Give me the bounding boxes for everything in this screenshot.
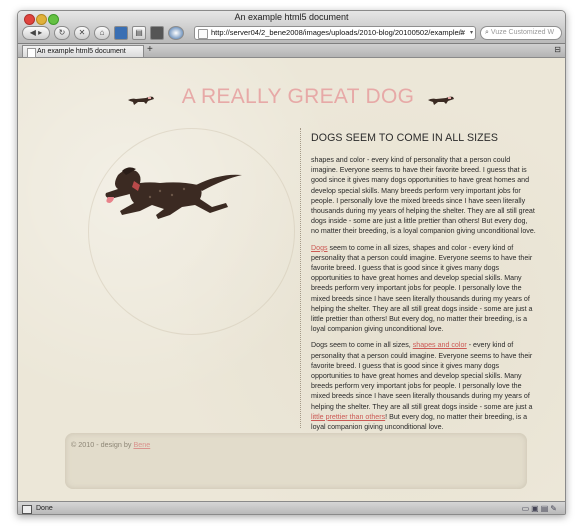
tab-label: An example html5 document <box>37 48 126 55</box>
bookmark-star-icon[interactable]: ☆ <box>458 27 465 39</box>
status-addon-icons[interactable]: ▭▣▤✎ <box>522 502 559 514</box>
print-button[interactable]: ▤ <box>132 26 146 40</box>
back-button[interactable]: ◀ ▸ <box>22 26 50 40</box>
tab-list-icon[interactable]: ⊟ <box>554 45 561 54</box>
paragraph-1: shapes and color - every kind of persona… <box>311 156 536 236</box>
paragraph-3-mid: - every kind of personality that a perso… <box>311 341 533 411</box>
dogs-link[interactable]: Dogs <box>311 244 328 252</box>
reload-button[interactable]: ↻ <box>54 26 70 40</box>
small-dog-left-icon <box>128 96 154 105</box>
page-favicon-icon <box>27 48 36 58</box>
paragraph-3-start: Dogs seem to come in all sizes, <box>311 341 413 350</box>
addon-button[interactable] <box>168 26 184 40</box>
new-tab-button[interactable]: + <box>147 44 153 56</box>
bookmark-toolbar-button[interactable] <box>114 26 128 40</box>
search-placeholder: Vuze Customized W <box>490 29 555 36</box>
address-bar[interactable]: http://server04/2_bene2008/images/upload… <box>194 26 476 40</box>
browser-window: An example html5 document ◀ ▸ ↻ ✕ ⌂ ▤ ht… <box>17 10 566 515</box>
footer-credit: © 2010 - design by Bene <box>71 440 150 449</box>
paragraph-3: Dogs seem to come in all sizes, shapes a… <box>311 340 537 432</box>
status-page-icon <box>22 505 32 514</box>
browser-toolbar: An example html5 document ◀ ▸ ↻ ✕ ⌂ ▤ ht… <box>18 11 565 44</box>
running-dog-illustration <box>105 167 242 219</box>
column-divider <box>300 128 301 428</box>
page-viewport: A REALLY GREAT DOG DOGS SEEM TO COME IN … <box>18 58 565 501</box>
window-title: An example html5 document <box>234 12 349 22</box>
status-bar: Done ▭▣▤✎ <box>18 501 565 514</box>
status-text: Done <box>36 505 53 512</box>
decorative-circle <box>88 128 295 335</box>
reload-icon: ↻ <box>58 28 66 37</box>
paragraph-2-text: seem to come in all sizes, shapes and co… <box>311 243 533 334</box>
home-button[interactable]: ⌂ <box>94 26 110 40</box>
back-arrow-icon: ◀ ▸ <box>29 28 43 37</box>
tab-active[interactable]: An example html5 document <box>22 45 144 58</box>
search-input[interactable]: ⌕ Vuze Customized W <box>480 26 562 40</box>
stop-button[interactable]: ✕ <box>74 26 90 40</box>
shapes-and-color-link[interactable]: shapes and color <box>413 341 467 349</box>
footer-prefix: © 2010 - design by <box>71 440 134 449</box>
small-dog-right-icon <box>428 96 454 105</box>
search-icon: ⌕ <box>485 29 489 36</box>
article-heading: DOGS SEEM TO COME IN ALL SIZES <box>311 132 499 144</box>
screen-button[interactable] <box>150 26 164 40</box>
tab-bar: An example html5 document + ⊟ <box>18 44 565 58</box>
address-bar-url: http://server04/2_bene2008/images/upload… <box>211 28 465 37</box>
dropdown-icon[interactable]: ▾ <box>470 27 473 39</box>
stop-icon: ✕ <box>78 28 86 37</box>
article: DOGS SEEM TO COME IN ALL SIZES shapes an… <box>311 132 537 438</box>
page-footer: © 2010 - design by Bene <box>65 433 527 489</box>
home-icon: ⌂ <box>99 28 105 37</box>
designer-link[interactable]: Bene <box>133 440 150 449</box>
page-favicon-icon <box>198 29 208 39</box>
site-title: A REALLY GREAT DOG <box>181 85 415 108</box>
printer-icon: ▤ <box>135 28 143 37</box>
paragraph-2: Dogs seem to come in all sizes, shapes a… <box>311 243 537 335</box>
little-prettier-link[interactable]: little prettier than others <box>311 413 385 421</box>
